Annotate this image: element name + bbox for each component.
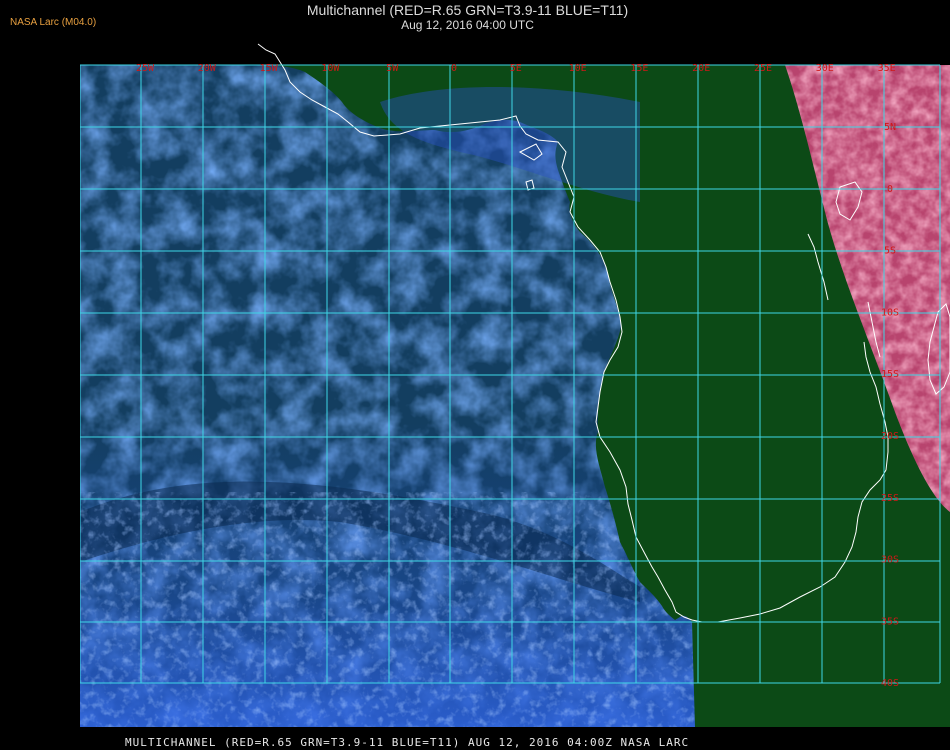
latitude-label: 15S: [881, 369, 899, 380]
latitude-label: 30S: [881, 555, 899, 566]
footer-caption: MULTICHANNEL (RED=R.65 GRN=T3.9-11 BLUE=…: [125, 736, 690, 749]
latitude-label: 10S: [881, 307, 899, 318]
latitude-label: 5N: [884, 122, 896, 133]
longitude-label: 0: [451, 63, 457, 74]
longitude-label: 15E: [630, 63, 648, 74]
credit-label: NASA Larc (M04.0): [10, 17, 97, 28]
longitude-label: 20W: [198, 63, 217, 74]
longitude-label: 20E: [692, 63, 710, 74]
longitude-label: 30E: [816, 63, 834, 74]
longitude-label: 5E: [510, 63, 522, 74]
satellite-imagery: 25W 20W 15W 10W 5W 0 5E 10E 15E 20E 25E 30E 35E 5N 0 5…: [80, 43, 950, 727]
latitude-label: 35S: [881, 616, 899, 627]
image-title: Multichannel (RED=R.65 GRN=T3.9-11 BLUE=…: [306, 2, 629, 18]
longitude-label: 25E: [754, 63, 772, 74]
longitude-label: 35E: [878, 63, 896, 74]
longitude-label: 10W: [321, 63, 340, 74]
longitude-label: 10E: [569, 63, 587, 74]
satellite-map[interactable]: 25W 20W 15W 10W 5W 0 5E 10E 15E 20E 25E 30E 35E 5N 0 5…: [80, 42, 950, 727]
latitude-label: 0: [887, 184, 893, 195]
image-timestamp: Aug 12, 2016 04:00 UTC: [401, 18, 534, 32]
latitude-label: 40S: [881, 678, 899, 689]
longitude-label: 5W: [386, 63, 399, 74]
latitude-label: 25S: [881, 493, 899, 504]
longitude-label: 15W: [260, 63, 279, 74]
latitude-label: 20S: [881, 431, 899, 442]
latitude-label: 5S: [884, 246, 896, 257]
longitude-label: 25W: [136, 63, 155, 74]
stratocumulus-texture: [80, 492, 700, 727]
